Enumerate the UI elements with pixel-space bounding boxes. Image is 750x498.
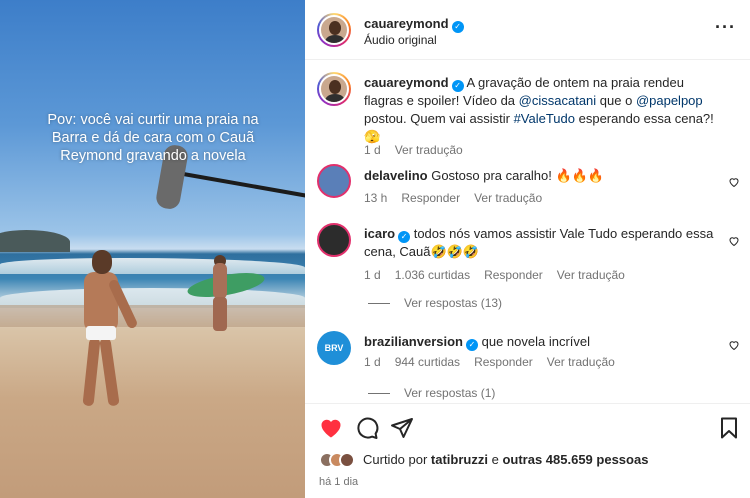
translate-link[interactable]: Ver tradução <box>474 191 542 205</box>
caption-avatar[interactable] <box>317 72 351 106</box>
distant-hill <box>0 230 70 252</box>
mention-link[interactable]: @papelpop <box>636 93 703 108</box>
caption-time: 1 d <box>364 143 381 157</box>
save-bookmark-icon[interactable] <box>717 416 741 440</box>
translate-link[interactable]: Ver tradução <box>395 143 463 157</box>
commenter-avatar[interactable] <box>317 164 351 198</box>
view-replies-link[interactable]: Ver respostas (1) <box>368 386 495 400</box>
comment-likes[interactable]: 944 curtidas <box>395 355 460 369</box>
comment-username[interactable]: brazilianversion <box>364 334 463 349</box>
caption-username[interactable]: cauareymond <box>364 75 449 90</box>
comment-text: brazilianversion ✓ que novela incrível <box>364 334 591 351</box>
comment-username[interactable]: delavelino <box>364 168 428 183</box>
comment-username[interactable]: icaro <box>364 226 395 241</box>
comment-text: delavelino Gostoso pra caralho! 🔥🔥🔥 <box>364 168 605 183</box>
author-username[interactable]: cauareymond <box>364 16 449 31</box>
post-time: há 1 dia <box>319 476 359 488</box>
view-replies-link[interactable]: Ver respostas (13) <box>368 296 502 310</box>
like-comment-icon[interactable] <box>728 176 740 188</box>
boom-pole <box>171 170 305 199</box>
liker-avatar <box>339 452 355 468</box>
reply-button[interactable]: Responder <box>474 355 533 369</box>
wet-sand <box>0 305 305 327</box>
caption-meta: 1 d Ver tradução <box>364 143 477 157</box>
more-options-icon[interactable]: ··· <box>715 18 736 36</box>
verified-icon: ✓ <box>451 80 464 92</box>
liked-heart-icon[interactable] <box>319 416 343 440</box>
translate-link[interactable]: Ver tradução <box>557 268 625 282</box>
comment-meta: 13 h Responder Ver tradução <box>364 191 543 205</box>
post-video[interactable]: Pov: você vai curtir uma praia na Barra … <box>0 0 305 498</box>
verified-icon: ✓ <box>451 21 464 33</box>
liked-by-user[interactable]: tatibruzzi <box>431 452 488 467</box>
share-icon[interactable] <box>390 416 414 440</box>
liked-count[interactable]: outras 485.659 pessoas <box>502 452 648 467</box>
like-comment-icon[interactable] <box>728 235 740 247</box>
caption-text: cauareymond ✓ A gravação de ontem na prai… <box>364 75 714 144</box>
reply-button[interactable]: Responder <box>401 191 460 205</box>
translate-link[interactable]: Ver tradução <box>547 355 615 369</box>
commenter-avatar[interactable] <box>317 223 351 257</box>
comment-meta: 1 d 1.036 curtidas Responder Ver tradução <box>364 268 625 282</box>
hashtag-link[interactable]: #ValeTudo <box>514 111 575 126</box>
wave <box>0 258 305 274</box>
comment-text: icaro ✓ todos nós vamos assistir Vale Tud… <box>364 226 714 259</box>
post-actions: Curtido por tatibruzzi e outras 485.659 … <box>305 403 750 498</box>
audio-label[interactable]: Áudio original <box>364 33 437 47</box>
reply-button[interactable]: Responder <box>484 268 543 282</box>
comments-list: cauareymond ✓ A gravação de ontem na prai… <box>305 60 750 402</box>
comment-likes[interactable]: 1.036 curtidas <box>395 268 470 282</box>
mention-link[interactable]: @cissacatani <box>519 93 597 108</box>
video-overlay-text: Pov: você vai curtir uma praia na Barra … <box>47 112 259 164</box>
verified-icon: ✓ <box>398 231 411 243</box>
comment-icon[interactable] <box>355 416 379 440</box>
post-sidebar: cauareymond ✓ Áudio original ··· cauareym… <box>305 0 750 498</box>
comment-meta: 1 d 944 curtidas Responder Ver tradução <box>364 355 615 369</box>
commenter-avatar[interactable]: BRV <box>317 331 351 365</box>
author-avatar[interactable] <box>317 13 351 47</box>
post-header: cauareymond ✓ Áudio original ··· <box>305 0 750 60</box>
verified-icon: ✓ <box>465 339 478 351</box>
like-comment-icon[interactable] <box>728 339 740 351</box>
likes-summary: Curtido por tatibruzzi e outras 485.659 … <box>319 452 648 468</box>
